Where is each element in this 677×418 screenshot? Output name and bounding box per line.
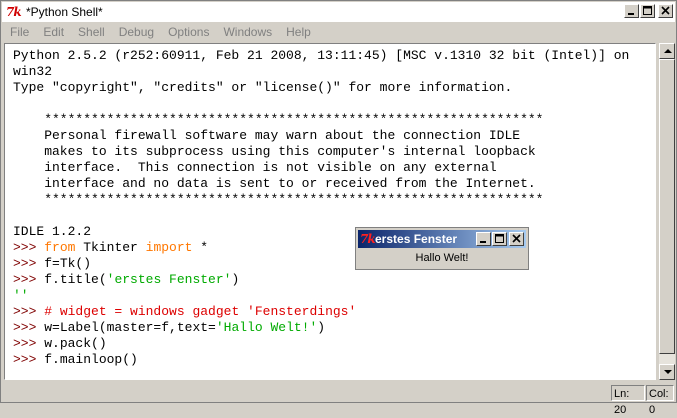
vertical-scrollbar[interactable] (659, 43, 675, 380)
shell-text-segment: Personal firewall software may warn abou… (13, 128, 521, 143)
shell-text-segment: ) (317, 320, 326, 335)
shell-prompt: >>> (13, 320, 45, 335)
arrow-down-icon (664, 370, 672, 374)
shell-text-segment: interface. This connection is not visibl… (13, 160, 497, 175)
menu-bar: File Edit Shell Debug Options Windows He… (2, 23, 675, 42)
shell-text-segment: ) (231, 272, 240, 287)
popup-minimize-button[interactable] (476, 232, 491, 246)
shell-prompt: >>> (13, 272, 45, 287)
shell-text-segment: # widget = windows gadget 'Fensterdings' (44, 304, 357, 319)
minimize-button[interactable] (624, 4, 639, 18)
shell-text-segment: f.mainloop() (44, 352, 138, 367)
shell-line: Python 2.5.2 (r252:60911, Feb 21 2008, 1… (13, 48, 629, 64)
title-bar[interactable]: 7k *Python Shell* (2, 2, 675, 22)
shell-text-segment: w.pack() (44, 336, 107, 351)
popup-maximize-button[interactable] (492, 232, 507, 246)
shell-text-segment: '' (13, 288, 29, 303)
shell-text-segment: w=Label(master=f,text= (44, 320, 216, 335)
shell-line: >>> from Tkinter import * (13, 240, 629, 256)
shell-text-segment: 'erstes Fenster' (106, 272, 232, 287)
shell-text-segment: makes to its subprocess using this compu… (13, 144, 536, 159)
maximize-icon (643, 6, 652, 15)
close-icon (512, 234, 521, 243)
popup-title: erstes Fenster (375, 232, 458, 246)
shell-line: >>> w.pack() (13, 336, 629, 352)
shell-line: interface and no data is sent to or rece… (13, 176, 629, 192)
shell-text-segment: * (192, 240, 209, 255)
shell-text-segment: interface and no data is sent to or rece… (13, 176, 536, 191)
menu-debug[interactable]: Debug (111, 23, 160, 42)
shell-line: >>> f.title('erstes Fenster') (13, 272, 629, 288)
shell-line: >>> w=Label(master=f,text='Hallo Welt!') (13, 320, 629, 336)
shell-text-segment: 'Hallo Welt!' (215, 320, 318, 335)
menu-windows[interactable]: Windows (215, 23, 278, 42)
shell-line: >>> f.mainloop() (13, 352, 629, 368)
python-shell-window: 7k *Python Shell* File Edit Shell Debug … (0, 0, 677, 416)
scroll-down-button[interactable] (659, 364, 675, 380)
shell-text-segment: f.title( (44, 272, 107, 287)
tk-app-icon: 7k (6, 5, 22, 19)
shell-text-segment: Python 2.5.2 (r252:60911, Feb 21 2008, 1… (13, 48, 630, 63)
shell-text-segment: win32 (13, 64, 53, 79)
popup-close-button[interactable] (509, 232, 524, 246)
scroll-up-button[interactable] (659, 43, 675, 59)
shell-prompt: >>> (13, 336, 45, 351)
shell-line: ****************************************… (13, 192, 629, 208)
shell-line: interface. This connection is not visibl… (13, 160, 629, 176)
shell-prompt: >>> (13, 240, 45, 255)
popup-title-bar[interactable]: 7k erstes Fenster (358, 230, 526, 248)
shell-text-segment: ****************************************… (13, 192, 544, 207)
shell-text-segment: Tkinter (75, 240, 146, 255)
shell-prompt: >>> (13, 256, 45, 271)
close-button[interactable] (658, 4, 673, 18)
shell-line: '' (13, 288, 629, 304)
arrow-up-icon (664, 49, 672, 53)
tk-window-erstes-fenster: 7k erstes Fenster Hallo Welt! (355, 227, 529, 270)
shell-prompt: >>> (13, 352, 45, 367)
maximize-icon (495, 234, 504, 243)
shell-line: IDLE 1.2.2 (13, 224, 629, 240)
status-column: Col: 0 (646, 385, 674, 416)
shell-line: ****************************************… (13, 112, 629, 128)
window-title: *Python Shell* (26, 5, 103, 19)
status-bar: Ln: 20 Col: 0 (2, 383, 675, 416)
scroll-thumb[interactable] (659, 59, 675, 354)
shell-text-segment: f=Tk() (44, 256, 92, 271)
menu-help[interactable]: Help (278, 23, 317, 42)
maximize-button[interactable] (640, 4, 655, 18)
shell-text-segment: Type "copyright", "credits" or "license(… (13, 80, 513, 95)
shell-text-segment: from (44, 240, 76, 255)
shell-text-segment: ****************************************… (13, 112, 544, 127)
menu-edit[interactable]: Edit (35, 23, 70, 42)
tk-app-icon: 7k (360, 232, 376, 246)
shell-prompt: >>> (13, 304, 45, 319)
status-line: Ln: 20 (611, 385, 645, 416)
shell-line: Type "copyright", "credits" or "license(… (13, 80, 629, 96)
minimize-icon (480, 241, 486, 243)
minimize-icon (628, 13, 634, 15)
shell-text-segment: IDLE 1.2.2 (13, 224, 92, 239)
menu-options[interactable]: Options (160, 23, 215, 42)
menu-shell[interactable]: Shell (70, 23, 111, 42)
shell-output: Python 2.5.2 (r252:60911, Feb 21 2008, 1… (13, 48, 629, 368)
shell-text-segment: import (145, 240, 193, 255)
shell-line: Personal firewall software may warn abou… (13, 128, 629, 144)
close-icon (661, 6, 670, 15)
shell-line: win32 (13, 64, 629, 80)
shell-line: makes to its subprocess using this compu… (13, 144, 629, 160)
shell-line: >>> # widget = windows gadget 'Fensterdi… (13, 304, 629, 320)
shell-line: >>> f=Tk() (13, 256, 629, 272)
hello-world-label: Hallo Welt! (415, 252, 469, 264)
menu-file[interactable]: File (2, 23, 35, 42)
shell-text-area[interactable]: Python 2.5.2 (r252:60911, Feb 21 2008, 1… (4, 43, 656, 380)
